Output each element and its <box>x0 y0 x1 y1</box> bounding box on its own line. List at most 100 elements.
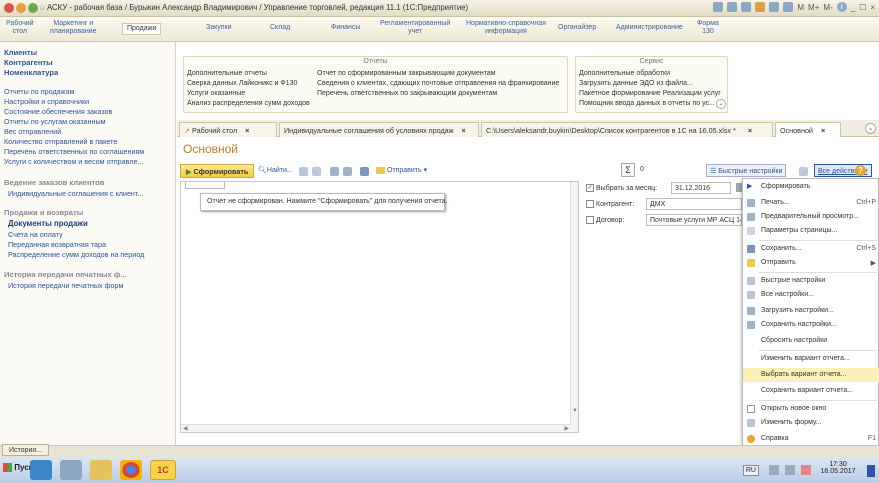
menu-help[interactable]: Справка F1 <box>743 432 879 446</box>
menu-print[interactable]: Печать... Ctrl+P <box>743 196 879 210</box>
filter-icon[interactable] <box>299 167 308 176</box>
network-icon[interactable] <box>60 460 82 480</box>
close-tab-icon[interactable]: × <box>461 126 465 135</box>
report-vertical-scrollbar[interactable]: ▼ <box>570 182 578 432</box>
nav-nomenclature[interactable]: Номенклатура <box>4 68 58 77</box>
cmd-additional-reports[interactable]: Дополнительные отчеты <box>187 70 267 77</box>
tray-icon[interactable] <box>769 465 779 475</box>
section-sales[interactable]: Продажи <box>122 23 162 35</box>
minimize-button[interactable]: _ <box>851 3 855 12</box>
nav-settings-directories[interactable]: Настройки и справочники <box>4 97 89 106</box>
cmd-reconcile[interactable]: Сверка данных Лайконикс и Ф130 <box>187 80 297 87</box>
start-button[interactable]: Пуск <box>3 463 33 473</box>
nav-clients[interactable]: Клиенты <box>4 48 37 57</box>
sum-icon[interactable]: Σ <box>621 163 635 177</box>
print-icon[interactable] <box>330 167 339 176</box>
find-button[interactable]: 🔍︎Найти... <box>258 166 293 174</box>
history-button[interactable]: История... <box>2 444 49 456</box>
menu-load-settings[interactable]: Загрузить настройки... <box>743 304 879 318</box>
menu-save[interactable]: Сохранить... Ctrl+S <box>743 242 879 256</box>
tabs-more-icon[interactable]: ⌄ <box>865 123 876 134</box>
chrome-icon[interactable] <box>120 460 142 480</box>
nav-services-reports[interactable]: Отчеты по услугам оказанным <box>4 117 106 126</box>
section-form-130[interactable]: Форма 130 <box>697 20 719 36</box>
show-desktop-icon[interactable] <box>867 465 875 477</box>
cmd-data-entry-helper[interactable]: Помощник ввода данных в отчеты по ус... <box>579 100 715 107</box>
menu-print-preview[interactable]: Предварительный просмотр... <box>743 210 879 224</box>
cmd-load-edo[interactable]: Загрузить данные ЭДО из файла... <box>579 80 693 87</box>
nav-sales-documents[interactable]: Документы продажи <box>8 219 88 228</box>
menu-quick-settings[interactable]: Быстрые настройки <box>743 274 879 288</box>
tab-agreements[interactable]: Индивидуальные соглашения об условиях пр… <box>279 122 479 137</box>
close-tab-icon[interactable]: × <box>821 126 825 135</box>
counterparty-field[interactable]: ДМХ <box>646 198 742 210</box>
menu-select-variant[interactable]: Выбрать вариант отчета... <box>743 368 879 382</box>
language-indicator[interactable]: RU <box>742 465 759 476</box>
folder-icon[interactable] <box>90 460 112 480</box>
menu-page-setup[interactable]: Параметры страницы... <box>743 224 879 238</box>
contract-field[interactable]: Почтовые услуги МР АСЦ 140 <box>646 214 742 226</box>
menu-open-new-window[interactable]: Открыть новое окно <box>743 402 879 416</box>
clock[interactable]: 17:30 16.05.2017 <box>815 461 861 475</box>
cmd-clients-franking[interactable]: Сведения о клиентах, сдающих почтовые от… <box>317 80 559 87</box>
calendar-icon[interactable] <box>713 2 724 12</box>
nav-report-sales[interactable]: Отчеты по продажам <box>4 87 74 96</box>
menu-reset-settings[interactable]: Сбросить настройки <box>743 334 879 348</box>
section-organizer[interactable]: Органайзер <box>558 24 596 32</box>
star-icon[interactable]: ☆ <box>38 2 46 13</box>
close-tab-icon[interactable]: × <box>748 126 752 135</box>
tab-main[interactable]: Основной × <box>775 122 841 137</box>
contract-checkbox[interactable] <box>586 216 594 224</box>
1c-app-icon[interactable]: 1С <box>150 460 176 480</box>
nav-shipment-weight[interactable]: Вес отправлений <box>4 127 61 136</box>
cmd-responsible-closing[interactable]: Перечень ответственных по закрывающим до… <box>317 90 497 97</box>
forward-icon[interactable] <box>28 3 38 13</box>
month-checkbox[interactable]: ✓ <box>586 184 594 192</box>
counterparty-checkbox-row[interactable]: Контрагент: <box>586 200 634 208</box>
powershell-icon[interactable] <box>30 460 52 480</box>
nav-counterparties[interactable]: Контрагенты <box>4 58 53 67</box>
tab-excel-file[interactable]: C:\Users\aleksandr.buykin\Desktop\Список… <box>481 122 773 137</box>
close-tab-icon[interactable]: × <box>245 126 249 135</box>
preview-icon[interactable] <box>343 167 352 176</box>
contract-checkbox-row[interactable]: Договор: <box>586 216 624 224</box>
maximize-button[interactable]: ☐ <box>859 3 866 12</box>
expand-icon[interactable]: ⌄ <box>716 99 726 109</box>
menu-all-settings[interactable]: Все настройки... <box>743 288 879 302</box>
menu-generate[interactable]: ▶ Сформировать <box>743 180 879 194</box>
nav-responsible-list[interactable]: Перечень ответственных по соглашениям <box>4 147 144 156</box>
report-horizontal-scrollbar[interactable]: ◀ ▶ <box>181 424 571 432</box>
tray-icon[interactable] <box>785 465 795 475</box>
nav-individual-agreements[interactable]: Индивидуальные соглашения с клиент... <box>8 189 143 198</box>
section-marketing[interactable]: Маркетинг и планирование <box>50 20 97 36</box>
filter-clear-icon[interactable] <box>312 167 321 176</box>
copy-icon[interactable] <box>727 2 738 12</box>
settings-icon[interactable] <box>799 167 808 176</box>
back-icon[interactable] <box>16 3 26 13</box>
app-logo-icon[interactable] <box>4 3 14 13</box>
cmd-services-rendered[interactable]: Услуги оказанные <box>187 90 245 97</box>
nav-print-history[interactable]: История передачи печатных форм <box>8 281 124 290</box>
nav-order-status[interactable]: Состояние обеспечения заказов <box>4 107 112 116</box>
print-icon[interactable] <box>741 2 752 12</box>
close-window-button[interactable]: × <box>870 3 875 12</box>
quick-settings-button[interactable]: ☰ Быстрые настройки <box>706 164 787 177</box>
nav-returnable-tare[interactable]: Переданная возвратная тара <box>8 240 106 249</box>
month-date-field[interactable]: 31.12.2016 <box>671 182 731 194</box>
cmd-closing-docs-report[interactable]: Отчет по сформированным закрывающим доку… <box>317 70 496 77</box>
tab-desktop[interactable]: ↗ Рабочий стол × <box>179 122 277 137</box>
document-icon[interactable] <box>769 2 780 12</box>
menu-save-variant[interactable]: Сохранить вариант отчета... <box>743 384 879 398</box>
cmd-income-analysis[interactable]: Анализ распределения сумм доходов <box>187 100 310 107</box>
menu-send[interactable]: Отправить ▶ <box>743 256 879 270</box>
generate-button[interactable]: ▶ Сформировать <box>180 164 255 178</box>
star-fav-icon[interactable] <box>755 2 766 12</box>
memory-m-button[interactable]: M <box>797 3 804 12</box>
nav-shipments-per-package[interactable]: Количество отправлений в пакете <box>4 137 117 146</box>
section-purchases[interactable]: Закупки <box>206 24 232 32</box>
month-checkbox-row[interactable]: ✓ Выбрать за месяц: <box>586 184 657 192</box>
counterparty-checkbox[interactable] <box>586 200 594 208</box>
menu-save-settings[interactable]: Сохранить настройки... <box>743 318 879 332</box>
menu-edit-variant[interactable]: Изменить вариант отчета... <box>743 352 879 366</box>
section-finance[interactable]: Финансы <box>331 24 360 32</box>
